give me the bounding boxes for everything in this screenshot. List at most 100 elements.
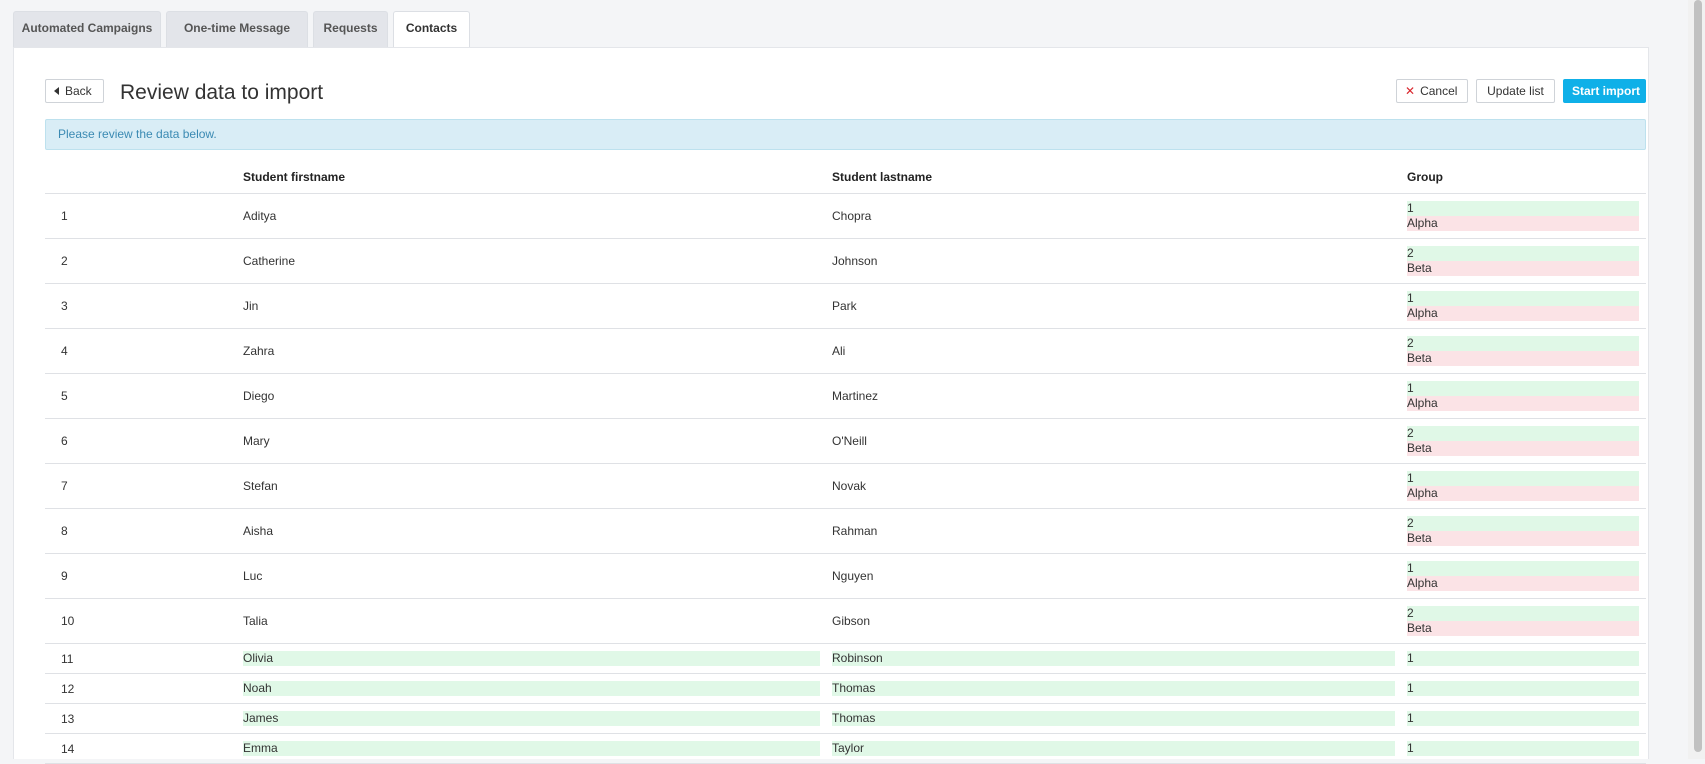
lastname-text: Ali [832,344,846,358]
firstname-cell: Luc [243,553,832,599]
back-button[interactable]: Back [45,79,104,103]
group-old-value: Alpha [1407,486,1639,501]
table-row: 9 Luc Nguyen 1 Alpha [45,553,1646,599]
group-old-value: Alpha [1407,216,1639,231]
firstname-cell: Jin [243,283,832,329]
firstname-text: James [243,711,820,726]
row-number-text: 6 [61,434,68,448]
group-new-value: 1 [1407,471,1639,486]
column-header-lastname: Student lastname [832,161,1407,194]
group-new-value: 2 [1407,606,1639,621]
group-new-value: 1 [1407,291,1639,306]
table-row: 7 Stefan Novak 1 Alpha [45,463,1646,509]
lastname-text: Novak [832,479,867,493]
table-header-row: Student firstname Student lastname Group [45,161,1646,194]
page-title: Review data to import [120,81,324,104]
group-old-value: Alpha [1407,396,1639,411]
group-cell: 2 Beta [1407,598,1646,644]
group-cell: 1 Alpha [1407,283,1646,329]
tab-one-time-message[interactable]: One-time Message [166,11,308,47]
firstname-text: Talia [243,614,268,628]
tab-contacts[interactable]: Contacts [393,11,470,48]
lastname-text: Robinson [832,651,1395,666]
row-number-text: 11 [61,651,74,666]
lastname-cell: O'Neill [832,418,1407,464]
firstname-text: Mary [243,434,270,448]
info-alert: Please review the data below. [45,119,1646,150]
group-new-value: 2 [1407,426,1639,441]
firstname-cell: Catherine [243,238,832,284]
row-number: 7 [45,463,243,509]
table-row: 6 Mary O'Neill 2 Beta [45,418,1646,464]
firstname-cell: James [243,703,832,734]
column-header-index [45,161,243,194]
group-old-value: Beta [1407,261,1639,276]
row-number-text: 8 [61,524,68,538]
lastname-cell: Martinez [832,373,1407,419]
firstname-text: Jin [243,299,259,313]
row-number: 6 [45,418,243,464]
lastname-text: Thomas [832,681,1395,696]
group-cell: 1 [1407,643,1646,674]
table-row: 2 Catherine Johnson 2 Beta [45,238,1646,284]
lastname-cell: Thomas [832,673,1407,704]
row-number: 8 [45,508,243,554]
table-row: 11 Olivia Robinson 1 [45,643,1646,674]
start-import-button[interactable]: Start import [1563,79,1646,103]
scrollbar-thumb[interactable] [1694,0,1702,752]
back-label: Back [65,84,92,98]
firstname-text: Stefan [243,479,278,493]
firstname-text: Olivia [243,651,820,666]
firstname-cell: Aditya [243,193,832,239]
row-number-text: 7 [61,479,68,493]
lastname-cell: Nguyen [832,553,1407,599]
lastname-text: Nguyen [832,569,874,583]
row-number-text: 5 [61,389,68,403]
firstname-cell: Olivia [243,643,832,674]
group-cell: 2 Beta [1407,508,1646,554]
row-number: 1 [45,193,243,239]
firstname-text: Zahra [243,344,275,358]
lastname-text: O'Neill [832,434,867,448]
firstname-cell: Aisha [243,508,832,554]
column-header-group: Group [1407,161,1646,194]
group-cell: 2 Beta [1407,328,1646,374]
table-row: 4 Zahra Ali 2 Beta [45,328,1646,374]
lastname-text: Thomas [832,711,1395,726]
group-new-value: 1 [1407,741,1639,756]
row-number: 2 [45,238,243,284]
lastname-text: Gibson [832,614,871,628]
lastname-text: Johnson [832,254,878,268]
main-panel: Back Review data to import ✕ Cancel Updat… [13,47,1649,764]
firstname-text: Aditya [243,209,277,223]
firstname-text: Luc [243,569,263,583]
lastname-cell: Gibson [832,598,1407,644]
group-cell: 2 Beta [1407,238,1646,284]
group-cell: 1 [1407,733,1646,764]
row-number: 3 [45,283,243,329]
table-row: 14 Emma Taylor 1 [45,733,1646,764]
scrollbar-track[interactable] [1688,0,1705,759]
import-table: Student firstname Student lastname Group… [45,161,1646,764]
lastname-text: Martinez [832,389,879,403]
firstname-text: Catherine [243,254,296,268]
group-cell: 1 Alpha [1407,463,1646,509]
column-header-firstname: Student firstname [243,161,832,194]
firstname-cell: Diego [243,373,832,419]
lastname-text: Park [832,299,857,313]
tab-automated-campaigns[interactable]: Automated Campaigns [13,11,161,47]
group-old-value: Alpha [1407,576,1639,591]
lastname-text: Rahman [832,524,878,538]
group-cell: 1 Alpha [1407,193,1646,239]
lastname-text: Chopra [832,209,872,223]
group-new-value: 1 [1407,561,1639,576]
group-old-value: Beta [1407,531,1639,546]
lastname-cell: Ali [832,328,1407,374]
update-list-button[interactable]: Update list [1476,79,1555,103]
firstname-cell: Zahra [243,328,832,374]
close-icon: ✕ [1405,84,1416,98]
row-number-text: 4 [61,344,68,358]
cancel-button[interactable]: ✕ Cancel [1396,79,1468,103]
tab-requests[interactable]: Requests [313,11,388,47]
row-number: 4 [45,328,243,374]
